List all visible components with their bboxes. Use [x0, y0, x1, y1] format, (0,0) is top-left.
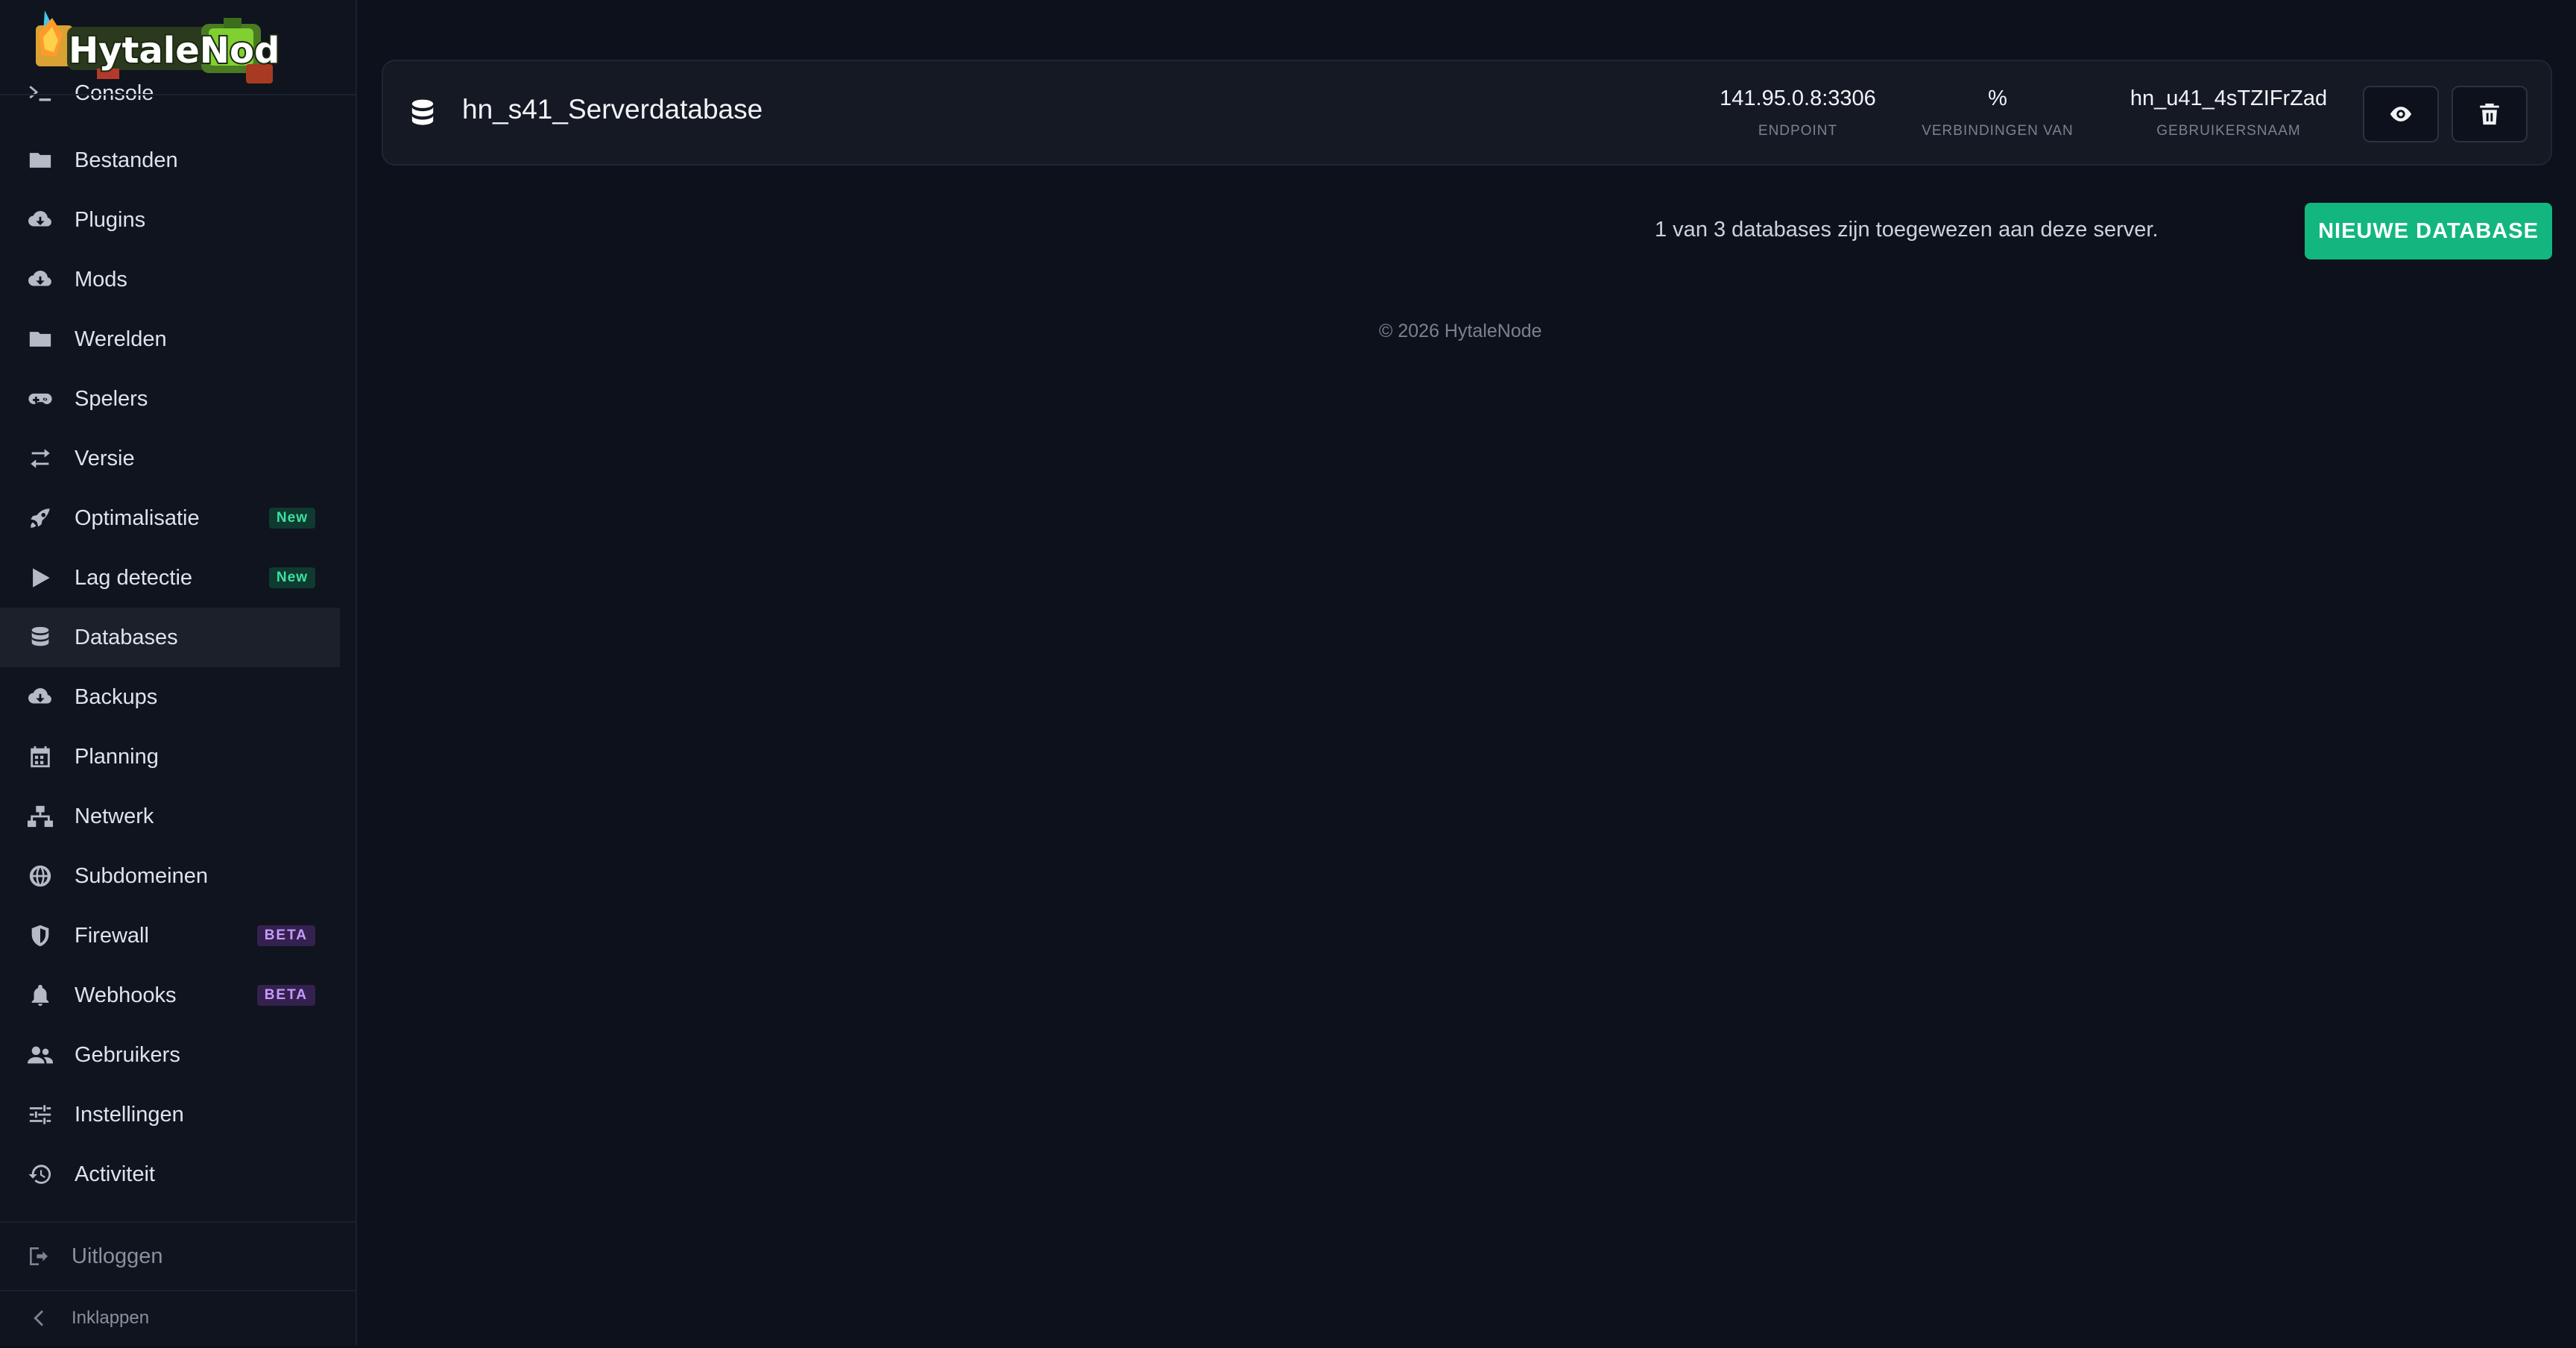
eye-icon — [2390, 107, 2412, 122]
network-icon — [27, 803, 54, 830]
footer-copyright: © 2026 HytaleNode — [1379, 321, 1542, 341]
sidebar-item-optimalisatie[interactable]: Optimalisatie New — [0, 488, 340, 548]
sidebar-item-label: Versie — [75, 446, 135, 470]
database-card: hn_s41_Serverdatabase 141.95.0.8:3306 EN… — [382, 60, 2552, 166]
sidebar-item-label: Werelden — [75, 327, 167, 351]
calendar-icon — [27, 743, 54, 770]
sidebar-item-subdomeinen[interactable]: Subdomeinen — [0, 846, 340, 906]
sliders-icon — [27, 1101, 54, 1128]
divider — [0, 94, 356, 95]
sidebar-item-label: Webhooks — [75, 983, 177, 1007]
sidebar-item-label: Databases — [75, 625, 178, 649]
sidebar-item-label: Optimalisatie — [75, 506, 200, 530]
sidebar-item-mods[interactable]: Mods — [0, 250, 340, 309]
history-icon — [27, 1161, 54, 1188]
globe-icon — [27, 863, 54, 889]
sidebar-item-backups[interactable]: Backups — [0, 667, 340, 727]
cloud-download-icon — [27, 266, 54, 293]
sidebar-item-label: Plugins — [75, 207, 146, 232]
endpoint-value[interactable]: 141.95.0.8:3306 — [1702, 86, 1893, 111]
username-caption: GEBRUIKERSNAAM — [2156, 123, 2301, 139]
folder-icon — [27, 147, 54, 174]
sidebar-item-label: Bestanden — [75, 148, 178, 172]
sidebar: Console Bestanden Plugins Mods Werelden — [0, 0, 357, 1345]
sidebar-item-label: Gebruikers — [75, 1042, 180, 1067]
database-icon — [410, 98, 440, 128]
sidebar-item-lag-detectie[interactable]: Lag detectie New — [0, 548, 340, 608]
collapse-button[interactable]: Inklappen — [0, 1288, 356, 1348]
sidebar-item-label: Subdomeinen — [75, 863, 208, 888]
sidebar-item-netwerk[interactable]: Netwerk — [0, 787, 340, 846]
sidebar-item-label: Backups — [75, 684, 158, 709]
sidebar-item-label: Lag detectie — [75, 565, 193, 590]
logo-text: HytaleNode — [69, 30, 280, 72]
beta-badge: BETA — [256, 985, 315, 1006]
connections-caption: VERBINDINGEN VAN — [1922, 123, 2074, 139]
sidebar-item-werelden[interactable]: Werelden — [0, 309, 340, 369]
gamepad-icon — [27, 385, 54, 412]
endpoint-caption: ENDPOINT — [1758, 123, 1838, 139]
play-icon — [27, 564, 54, 591]
sidebar-item-label: Firewall — [75, 923, 149, 948]
logout-icon — [25, 1243, 52, 1270]
view-details-button[interactable] — [2363, 86, 2439, 142]
divider — [0, 1221, 356, 1223]
new-badge: New — [268, 567, 315, 588]
endpoint-field: 141.95.0.8:3306 ENDPOINT — [1702, 86, 1893, 139]
new-database-button[interactable]: NIEUWE DATABASE — [2305, 203, 2552, 259]
shield-icon — [27, 922, 54, 949]
sidebar-item-label: Activiteit — [75, 1162, 155, 1186]
sidebar-item-bestanden[interactable]: Bestanden — [0, 130, 340, 190]
logout-button[interactable]: Uitloggen — [0, 1226, 356, 1286]
connections-value: % — [1988, 86, 2007, 110]
sidebar-item-versie[interactable]: Versie — [0, 429, 340, 488]
username-field: hn_u41_4sTZIFrZad GEBRUIKERSNAAM — [2109, 86, 2348, 139]
database-icon — [27, 624, 54, 651]
trash-icon — [2480, 103, 2499, 125]
sidebar-item-label: Instellingen — [75, 1102, 184, 1127]
users-icon — [27, 1042, 54, 1068]
rocket-icon — [27, 505, 54, 532]
chevron-left-icon — [25, 1305, 52, 1332]
cloud-download-icon — [27, 207, 54, 233]
new-badge: New — [268, 508, 315, 529]
hytalenode-logo[interactable]: HytaleNode — [22, 3, 280, 92]
sidebar-item-spelers[interactable]: Spelers — [0, 369, 340, 429]
database-allocation-text: 1 van 3 databases zijn toegewezen aan de… — [1655, 218, 2159, 242]
sidebar-item-databases[interactable]: Databases — [0, 608, 340, 667]
sidebar-item-firewall[interactable]: Firewall BETA — [0, 906, 340, 966]
sidebar-item-label: Planning — [75, 744, 159, 769]
beta-badge: BETA — [256, 925, 315, 946]
cloud-download-icon — [27, 684, 54, 711]
sidebar-item-instellingen[interactable]: Instellingen — [0, 1085, 340, 1144]
folder-icon — [27, 326, 54, 353]
collapse-label: Inklappen — [72, 1308, 150, 1328]
sidebar-item-webhooks[interactable]: Webhooks BETA — [0, 966, 340, 1025]
sidebar-item-planning[interactable]: Planning — [0, 727, 340, 787]
sidebar-item-activiteit[interactable]: Activiteit — [0, 1144, 340, 1204]
sidebar-item-label: Mods — [75, 267, 127, 292]
swap-arrows-icon — [27, 445, 54, 472]
bell-icon — [27, 982, 54, 1009]
sidebar-item-plugins[interactable]: Plugins — [0, 190, 340, 250]
sidebar-item-label: Netwerk — [75, 804, 154, 828]
database-name: hn_s41_Serverdatabase — [462, 94, 763, 125]
username-value[interactable]: hn_u41_4sTZIFrZad — [2109, 86, 2348, 111]
logout-label: Uitloggen — [72, 1244, 163, 1268]
sidebar-item-gebruikers[interactable]: Gebruikers — [0, 1025, 340, 1085]
delete-database-button[interactable] — [2452, 86, 2528, 142]
connections-field: % VERBINDINGEN VAN — [1908, 86, 2087, 139]
sidebar-item-label: Spelers — [75, 386, 148, 411]
